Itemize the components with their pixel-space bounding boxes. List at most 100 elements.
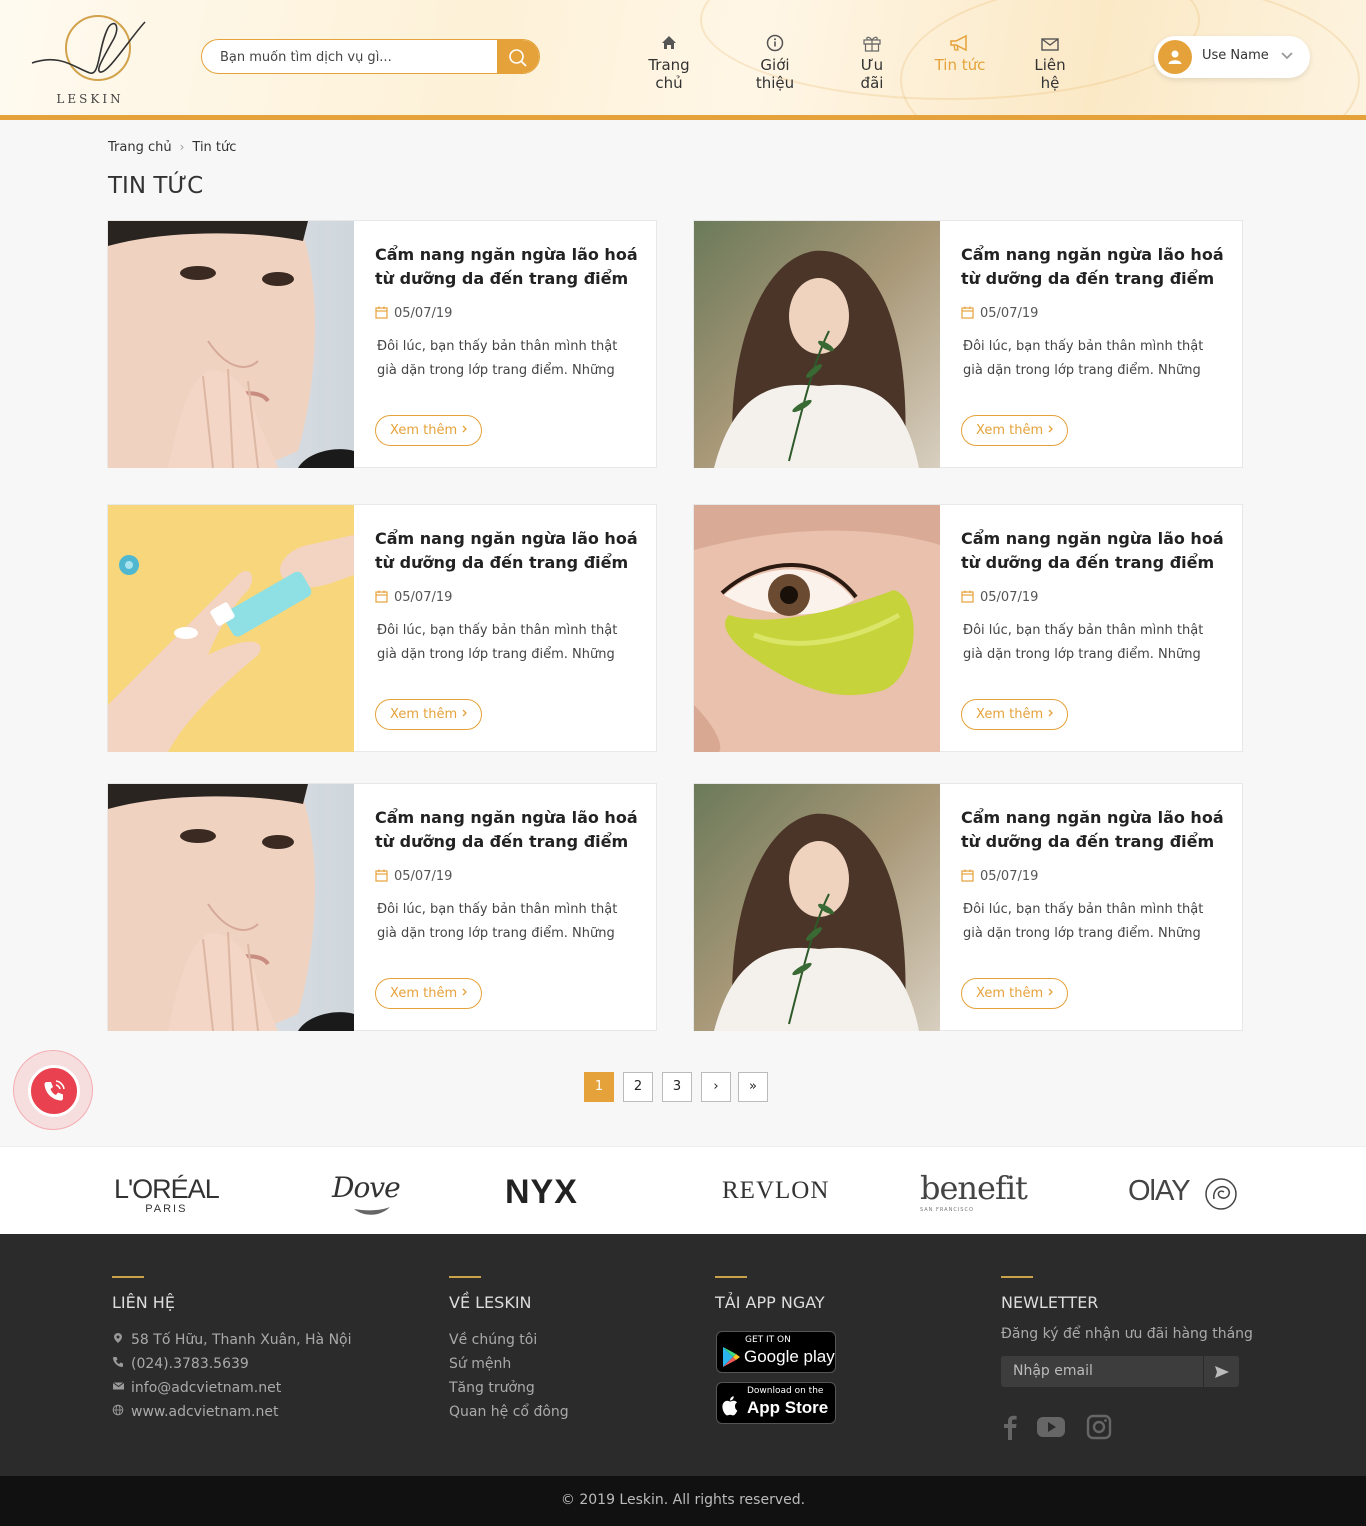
- calendar-icon: [375, 869, 388, 882]
- copyright: © 2019 Leskin. All rights reserved.: [0, 1476, 1366, 1526]
- read-more-button[interactable]: Xem thêm: [961, 978, 1069, 1009]
- nav-item-contact[interactable]: Liên hệ: [1024, 33, 1076, 92]
- article-card[interactable]: Cẩm nang ngăn ngừa lão hoá từ dưỡng da đ…: [693, 783, 1243, 1031]
- read-more-label: Xem thêm: [976, 707, 1044, 722]
- brand-benefit[interactable]: benefit SAN FRANCISCO: [920, 1169, 1028, 1213]
- footer-about: VỀ LESKIN Về chúng tôi Sứ mệnh Tăng trưở…: [449, 1276, 569, 1424]
- footer-contact-heading: LIÊN HỆ: [112, 1293, 175, 1312]
- page-3-button[interactable]: 3: [662, 1072, 692, 1102]
- footer-website[interactable]: www.adcvietnam.net: [112, 1400, 352, 1424]
- footer-link-investor-relations[interactable]: Quan hệ cổ đông: [449, 1400, 569, 1424]
- article-image-hand-cream[interactable]: [108, 505, 354, 752]
- article-image-face-portrait[interactable]: [108, 784, 354, 1031]
- article-title[interactable]: Cẩm nang ngăn ngừa lão hoá từ dưỡng da đ…: [961, 527, 1226, 575]
- nav-item-offers[interactable]: Ưu đãi: [848, 33, 896, 92]
- search-input[interactable]: [220, 48, 500, 66]
- youtube-icon[interactable]: [1036, 1414, 1066, 1440]
- last-page-button[interactable]: »: [738, 1072, 768, 1102]
- calendar-icon: [375, 590, 388, 603]
- logo-text: LESKIN: [56, 92, 124, 106]
- page-1-button[interactable]: 1: [584, 1072, 614, 1102]
- app-store-small: Download on the: [747, 1386, 824, 1396]
- read-more-button[interactable]: Xem thêm: [961, 699, 1069, 730]
- nav-label: Trang chủ: [648, 56, 690, 92]
- article-excerpt: Đôi lúc, bạn thấy bản thân mình thật già…: [963, 902, 1204, 941]
- read-more-label: Xem thêm: [976, 986, 1044, 1001]
- user-menu[interactable]: Use Name: [1154, 36, 1310, 78]
- home-icon: [662, 36, 676, 49]
- instagram-icon[interactable]: [1086, 1414, 1112, 1440]
- mail-icon: [112, 1382, 125, 1390]
- calendar-icon: [961, 869, 974, 882]
- brand-dove-text: Dove: [332, 1171, 401, 1204]
- nav-item-home[interactable]: Trang chủ: [633, 33, 705, 92]
- next-page-button[interactable]: ›: [701, 1072, 731, 1102]
- globe-icon: [112, 1404, 124, 1416]
- article-image-woman-with-plant[interactable]: [694, 221, 940, 468]
- article-card[interactable]: Cẩm nang ngăn ngừa lão hoá từ dưỡng da đ…: [107, 220, 657, 468]
- facebook-icon[interactable]: [1002, 1414, 1018, 1440]
- article-card[interactable]: Cẩm nang ngăn ngừa lão hoá từ dưỡng da đ…: [107, 783, 657, 1031]
- search-button[interactable]: [497, 40, 539, 73]
- brand-benefit-sub: SAN FRANCISCO: [920, 1207, 974, 1213]
- newsletter-email-input[interactable]: [1013, 1362, 1193, 1380]
- footer-newsletter-heading: NEWLETTER: [1001, 1293, 1099, 1312]
- read-more-button[interactable]: Xem thêm: [375, 415, 483, 446]
- user-icon: [1168, 50, 1182, 64]
- call-button[interactable]: [13, 1050, 93, 1130]
- article-date-text: 05/07/19: [394, 869, 453, 884]
- brand-dove[interactable]: Dove: [332, 1171, 401, 1215]
- google-play-badge[interactable]: GET IT ON Google play: [716, 1331, 836, 1373]
- footer-link-about-us[interactable]: Về chúng tôi: [449, 1328, 569, 1352]
- article-image-woman-with-plant[interactable]: [694, 784, 940, 1031]
- brand-olay[interactable]: OlAY: [1128, 1175, 1237, 1210]
- chevron-right-icon: [1048, 425, 1054, 433]
- footer-email[interactable]: info@adcvietnam.net: [112, 1376, 352, 1400]
- app-store-badge[interactable]: Download on the App Store: [716, 1382, 836, 1424]
- phone-icon: [44, 1080, 65, 1101]
- calendar-icon: [961, 306, 974, 319]
- article-card[interactable]: Cẩm nang ngăn ngừa lão hoá từ dưỡng da đ…: [693, 504, 1243, 752]
- article-excerpt: Đôi lúc, bạn thấy bản thân mình thật già…: [963, 339, 1204, 378]
- calendar-icon: [375, 306, 388, 319]
- read-more-button[interactable]: Xem thêm: [375, 978, 483, 1009]
- search-bar: [201, 39, 540, 74]
- footer-divider: [1001, 1276, 1033, 1278]
- nav-item-about[interactable]: Giới thiệu: [740, 33, 810, 92]
- brand-nyx[interactable]: NYX: [505, 1173, 578, 1212]
- article-title[interactable]: Cẩm nang ngăn ngừa lão hoá từ dưỡng da đ…: [375, 243, 640, 291]
- brand-loreal-sub: PARIS: [145, 1203, 188, 1215]
- article-title[interactable]: Cẩm nang ngăn ngừa lão hoá từ dưỡng da đ…: [375, 806, 640, 854]
- article-title[interactable]: Cẩm nang ngăn ngừa lão hoá từ dưỡng da đ…: [961, 806, 1226, 854]
- brand-revlon[interactable]: REVLON: [722, 1177, 829, 1205]
- google-play-big: Google play: [744, 1347, 835, 1366]
- footer-contact: LIÊN HỆ 58 Tố Hữu, Thanh Xuân, Hà Nội (0…: [112, 1276, 352, 1424]
- article-date-text: 05/07/19: [980, 306, 1039, 321]
- article-image-face-portrait[interactable]: [108, 221, 354, 468]
- brand-loreal[interactable]: L'ORÉAL PARIS: [114, 1175, 220, 1215]
- footer-app-heading: TẢI APP NGAY: [715, 1293, 825, 1312]
- footer-email-text: info@adcvietnam.net: [131, 1380, 282, 1396]
- footer-link-growth[interactable]: Tăng trưởng: [449, 1376, 569, 1400]
- article-title[interactable]: Cẩm nang ngăn ngừa lão hoá từ dưỡng da đ…: [961, 243, 1226, 291]
- chevron-right-icon: [1048, 709, 1054, 717]
- article-excerpt: Đôi lúc, bạn thấy bản thân mình thật già…: [377, 339, 618, 378]
- read-more-button[interactable]: Xem thêm: [961, 415, 1069, 446]
- article-date-text: 05/07/19: [394, 590, 453, 605]
- nav-label: Giới thiệu: [755, 56, 795, 92]
- footer-link-mission[interactable]: Sứ mệnh: [449, 1352, 569, 1376]
- read-more-button[interactable]: Xem thêm: [375, 699, 483, 730]
- footer-app: TẢI APP NGAY: [715, 1276, 825, 1328]
- chevron-right-icon: [462, 425, 468, 433]
- phone-icon: [113, 1357, 123, 1367]
- article-card[interactable]: Cẩm nang ngăn ngừa lão hoá từ dưỡng da đ…: [107, 504, 657, 752]
- article-title[interactable]: Cẩm nang ngăn ngừa lão hoá từ dưỡng da đ…: [375, 527, 640, 575]
- footer-phone[interactable]: (024).3783.5639: [112, 1352, 352, 1376]
- newsletter-send-button[interactable]: [1203, 1356, 1239, 1387]
- article-image-eye-patch[interactable]: [694, 505, 940, 752]
- nav-item-news[interactable]: Tin tức: [934, 33, 986, 74]
- article-card[interactable]: Cẩm nang ngăn ngừa lão hoá từ dưỡng da đ…: [693, 220, 1243, 468]
- article-date-text: 05/07/19: [980, 869, 1039, 884]
- breadcrumb-home[interactable]: Trang chủ: [108, 140, 172, 155]
- page-2-button[interactable]: 2: [623, 1072, 653, 1102]
